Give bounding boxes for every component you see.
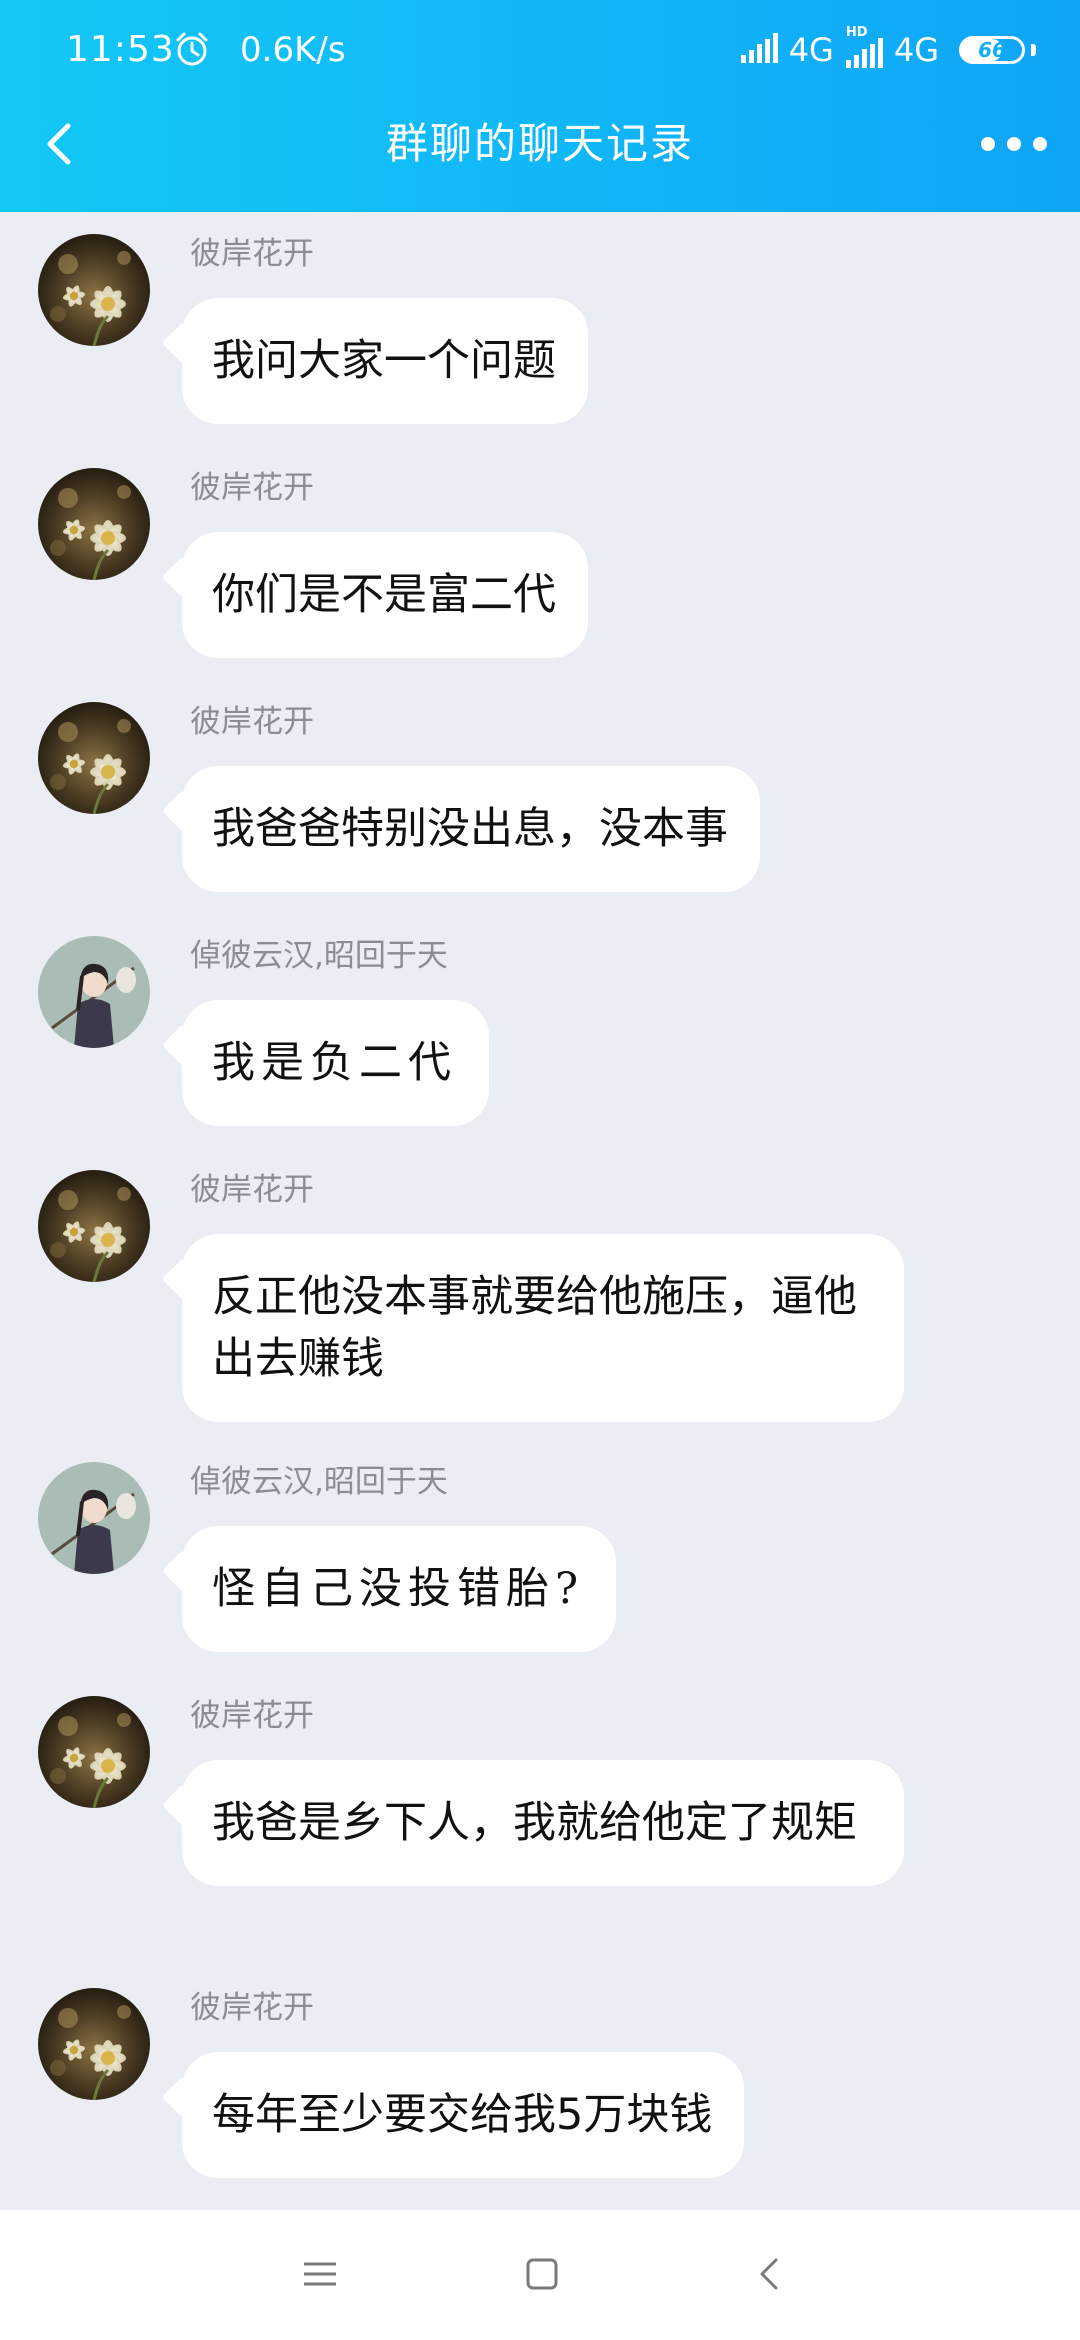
net-speed: 0.6K/s <box>240 30 346 70</box>
avatar[interactable] <box>38 1988 150 2100</box>
message-text: 我爸爸特别没出息，没本事 <box>212 804 728 854</box>
more-button[interactable] <box>978 116 1050 172</box>
sender-name: 倬彼云汉,昭回于天 <box>190 938 448 974</box>
message-text: 反正他没本事就要给他施压，逼他出去赚钱 <box>212 1272 857 1384</box>
chat-history[interactable]: 彼岸花开 我问大家一个问题 彼岸花开 你们是不是富二代 彼岸花开 我爸爸特别没出… <box>0 212 1080 2210</box>
avatar[interactable] <box>38 1696 150 1808</box>
sender-name: 彼岸花开 <box>190 236 314 272</box>
sender-name: 彼岸花开 <box>190 470 314 506</box>
message-text: 你们是不是富二代 <box>212 570 556 620</box>
status-indicators: 4G HD 4G 66 <box>740 26 1036 72</box>
message-text: 我爸是乡下人，我就给他定了规矩 <box>212 1798 857 1848</box>
avatar[interactable] <box>38 1170 150 1282</box>
avatar[interactable] <box>38 468 150 580</box>
message-text: 我问大家一个问题 <box>212 336 556 386</box>
avatar[interactable] <box>38 702 150 814</box>
system-nav-bar <box>0 2210 1080 2340</box>
network-type-2: 4G <box>893 31 939 69</box>
network-type-1: 4G <box>788 31 834 69</box>
bubble-tail <box>161 2075 205 2119</box>
bubble-tail <box>161 555 205 599</box>
message-bubble[interactable]: 我是负二代 <box>161 1000 489 1126</box>
menu-icon <box>304 2262 336 2286</box>
menu-button[interactable] <box>290 2244 350 2304</box>
sender-name: 彼岸花开 <box>190 1990 314 2026</box>
top-header: 11:53 0.6K/s 4G HD 4G 66 群聊的聊天记录 <box>0 0 1080 212</box>
avatar[interactable] <box>38 936 150 1048</box>
message-bubble[interactable]: 每年至少要交给我5万块钱 <box>161 2052 745 2178</box>
sender-name: 彼岸花开 <box>190 1172 314 1208</box>
battery-icon: 66 <box>959 36 1025 64</box>
battery-level: 66 <box>978 38 1006 62</box>
sender-name: 彼岸花开 <box>190 704 314 740</box>
avatar[interactable] <box>38 234 150 346</box>
signal-icon <box>740 33 781 67</box>
message-bubble[interactable]: 我爸是乡下人，我就给他定了规矩 <box>161 1760 904 1886</box>
bubble-tail <box>161 789 205 833</box>
sender-name: 倬彼云汉,昭回于天 <box>190 1464 448 1500</box>
back-nav-button[interactable] <box>740 2244 800 2304</box>
signal-hd-icon: HD <box>845 26 886 68</box>
status-time: 11:53 <box>66 29 175 70</box>
message-text: 我是负二代 <box>212 1038 457 1088</box>
message-text: 每年至少要交给我5万块钱 <box>212 2090 713 2140</box>
message-bubble[interactable]: 我问大家一个问题 <box>161 298 588 424</box>
page-title: 群聊的聊天记录 <box>385 119 694 168</box>
battery-tip <box>1031 44 1036 56</box>
alarm-icon <box>172 30 212 70</box>
back-triangle-icon <box>760 2258 778 2290</box>
home-square-icon <box>526 2258 558 2290</box>
bubble-tail <box>161 1023 205 1067</box>
message-bubble[interactable]: 我爸爸特别没出息，没本事 <box>161 766 760 892</box>
bubble-tail <box>161 1783 205 1827</box>
message-bubble[interactable]: 你们是不是富二代 <box>161 532 588 658</box>
more-dots-icon <box>981 137 1047 151</box>
avatar[interactable] <box>38 1462 150 1574</box>
home-button[interactable] <box>512 2244 572 2304</box>
bubble-tail <box>161 1257 205 1301</box>
message-bubble[interactable]: 反正他没本事就要给他施压，逼他出去赚钱 <box>161 1234 904 1422</box>
bubble-tail <box>161 321 205 365</box>
sender-name: 彼岸花开 <box>190 1698 314 1734</box>
bubble-tail <box>161 1549 205 1593</box>
message-bubble[interactable]: 怪自己没投错胎? <box>161 1526 617 1652</box>
message-text: 怪自己没投错胎? <box>212 1564 585 1614</box>
